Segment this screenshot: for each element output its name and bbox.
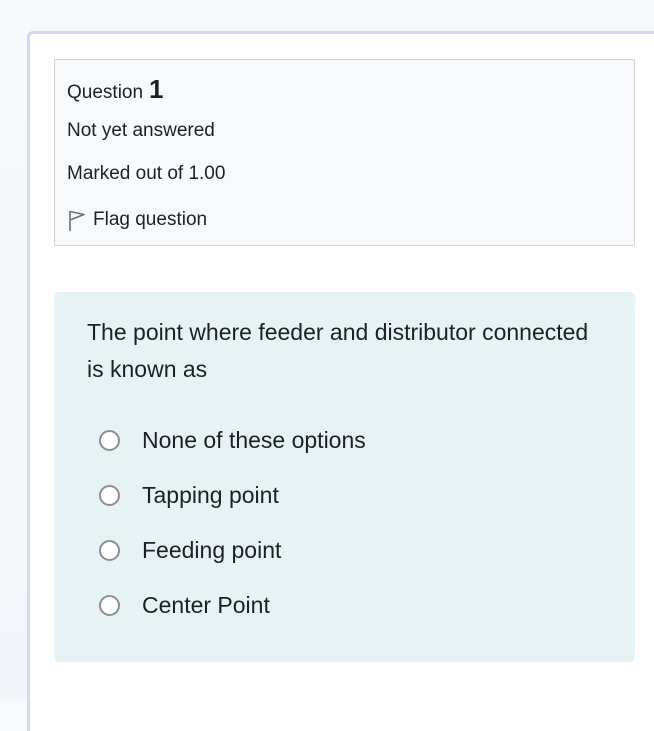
answer-option-label[interactable]: Tapping point (142, 482, 279, 509)
answer-option[interactable]: Center Point (99, 590, 270, 620)
radio-unchecked-icon[interactable] (99, 539, 120, 561)
question-header: Question 1 (67, 74, 164, 105)
answer-status: Not yet answered (67, 120, 215, 141)
answer-option[interactable]: Feeding point (99, 535, 281, 565)
question-text: The point where feeder and distributor c… (87, 319, 589, 382)
question-label: Question (67, 82, 144, 103)
answer-option[interactable]: Tapping point (99, 480, 279, 510)
answer-option[interactable]: None of these options (99, 425, 366, 455)
flag-question-button[interactable]: Flag question (67, 206, 207, 234)
radio-unchecked-icon[interactable] (99, 429, 120, 451)
radio-unchecked-icon[interactable] (99, 484, 120, 506)
question-marks: Marked out of 1.00 (67, 163, 226, 184)
flag-icon (69, 210, 85, 231)
answer-option-label[interactable]: None of these options (142, 427, 366, 454)
radio-unchecked-icon[interactable] (99, 594, 120, 616)
answer-option-label[interactable]: Center Point (142, 592, 270, 619)
answer-option-label[interactable]: Feeding point (142, 537, 281, 564)
question-number: 1 (149, 74, 164, 104)
flag-question-label: Flag question (93, 209, 208, 230)
